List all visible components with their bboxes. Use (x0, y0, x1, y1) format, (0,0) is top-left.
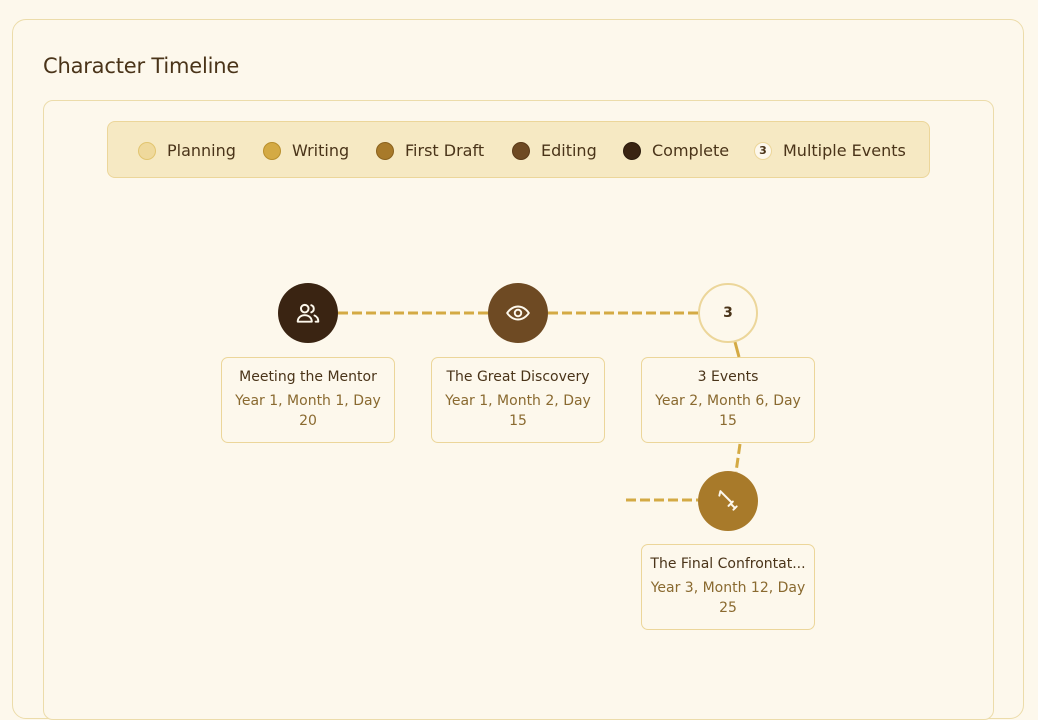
event-card-3-events[interactable]: 3 Events Year 2, Month 6, Day 15 (641, 357, 815, 443)
event-node-meeting-the-mentor[interactable] (278, 283, 338, 343)
users-icon (296, 303, 320, 323)
event-date: Year 2, Month 6, Day 15 (655, 393, 801, 429)
sword-icon (718, 490, 738, 511)
event-cluster-node[interactable]: 3 (698, 283, 758, 343)
event-title: Meeting the Mentor (239, 369, 377, 385)
event-node-the-great-discovery[interactable] (488, 283, 548, 343)
link-cluster-card (733, 341, 741, 358)
event-card-the-final-confrontation[interactable]: The Final Confrontat... Year 3, Month 12… (641, 544, 815, 630)
link-card-final (734, 443, 742, 473)
event-date: Year 1, Month 1, Day 20 (235, 393, 381, 429)
event-title: The Great Discovery (446, 369, 590, 385)
event-card-meeting-the-mentor[interactable]: Meeting the Mentor Year 1, Month 1, Day … (221, 357, 395, 443)
event-title: 3 Events (697, 369, 759, 385)
event-card-the-great-discovery[interactable]: The Great Discovery Year 1, Month 2, Day… (431, 357, 605, 443)
event-date: Year 1, Month 2, Day 15 (445, 393, 591, 429)
timeline-links (338, 311, 742, 502)
eye-icon (506, 305, 530, 321)
event-node-the-final-confrontation[interactable] (698, 471, 758, 531)
event-title: The Final Confrontat... (650, 556, 806, 572)
event-date: Year 3, Month 12, Day 25 (650, 580, 806, 616)
